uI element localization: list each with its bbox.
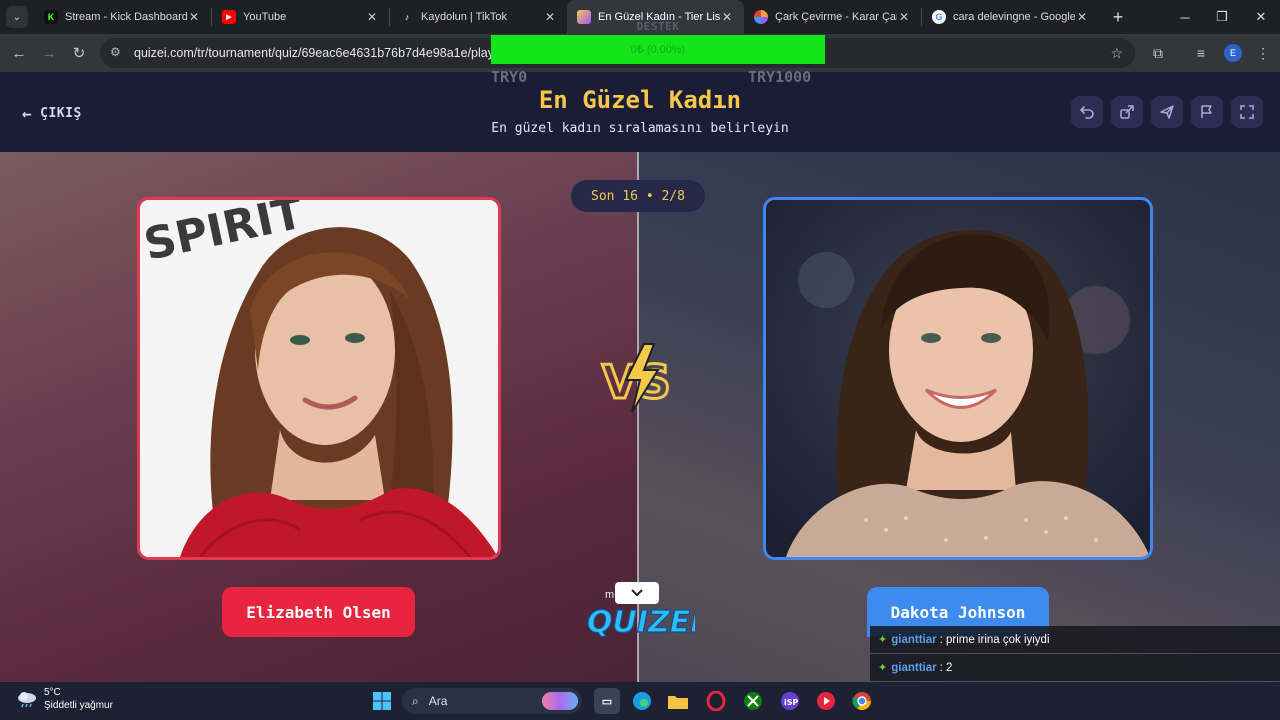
media-controls-icon[interactable]: ≡ (1186, 38, 1216, 68)
bookmark-star-icon[interactable]: ☆ (1110, 45, 1123, 62)
flag-icon[interactable] (1191, 96, 1223, 128)
send-icon[interactable] (1151, 96, 1183, 128)
left-photo-illustration: SPIRIT (140, 200, 498, 557)
arrow-left-icon: ← (22, 104, 33, 123)
site-info-icon[interactable]: ⚙ (110, 45, 126, 61)
right-photo-illustration (766, 200, 1150, 557)
extensions-icon[interactable]: ⧉ (1143, 38, 1173, 68)
tab-youtube[interactable]: ▶ YouTube ✕ (212, 0, 389, 34)
exit-button[interactable]: ← ÇIKIŞ (22, 104, 82, 123)
exit-label: ÇIKIŞ (40, 106, 82, 121)
opera-icon[interactable] (703, 688, 729, 714)
tiktok-icon: ♪ (404, 12, 410, 22)
tab-title: YouTube (243, 11, 287, 23)
quiz-title: En Güzel Kadın (538, 86, 742, 114)
tab-title: Stream - Kick Dashboard (65, 11, 187, 23)
donation-goal-max: TRY1000 (748, 68, 812, 86)
media-player-icon[interactable] (813, 688, 839, 714)
quiz-subtitle: En güzel kadın sıralamasını belirleyin (491, 121, 789, 136)
donation-goal-min: TRY0 (491, 68, 528, 86)
chat-username: gianttiar (891, 661, 937, 674)
sparkle-icon: ✦ (878, 634, 888, 646)
kick-icon: K (44, 10, 58, 24)
tab-title: cara delevingne - Google'd (953, 11, 1075, 23)
task-view-icon[interactable]: ▭ (594, 688, 620, 714)
rain-cloud-icon (16, 690, 38, 708)
vs-lightning-icon: VS (601, 343, 672, 413)
chat-username: gianttiar (891, 633, 937, 646)
share-icon[interactable] (1111, 96, 1143, 128)
close-icon[interactable]: ✕ (897, 10, 911, 24)
forward-icon[interactable]: → (34, 38, 64, 68)
donation-goal-bar: 0₺ (0.00%) (491, 35, 825, 64)
close-icon[interactable]: ✕ (1075, 10, 1089, 24)
profile-initial: E (1224, 44, 1242, 62)
search-highlight-icon (542, 692, 578, 710)
menu-icon[interactable]: ⋮ (1248, 38, 1278, 68)
chat-message: ✦ gianttiar : prime irina çok iyiydi (870, 626, 1280, 653)
chrome-icon[interactable] (849, 688, 875, 714)
new-tab-button[interactable]: + (1105, 4, 1131, 30)
tab-search-button[interactable]: ⌄ (6, 6, 28, 28)
isp-app-icon[interactable]: iSP (777, 688, 803, 714)
chat-text: 2 (945, 661, 953, 674)
weather-temperature: 5°C (44, 687, 61, 698)
donation-goal-text: 0₺ (0.00%) (630, 44, 686, 56)
chevron-down-icon[interactable] (615, 582, 659, 604)
left-contestant-name-button[interactable]: Elizabeth Olsen (222, 587, 415, 637)
logo-text: QUIZEI (587, 605, 695, 640)
sparkle-icon: ✦ (878, 662, 888, 674)
restore-icon[interactable]: ❐ (1203, 0, 1241, 34)
close-icon[interactable]: ✕ (187, 10, 201, 24)
left-contestant-photo[interactable]: SPIRIT (137, 197, 501, 560)
fullscreen-icon[interactable] (1231, 96, 1263, 128)
minimize-icon[interactable]: ─ (1166, 0, 1204, 34)
weather-condition: Şiddetli yağmur (44, 700, 113, 711)
right-contestant-photo[interactable] (763, 197, 1153, 560)
weather-widget[interactable]: 5°C Şiddetli yağmur (16, 686, 113, 712)
tab-google[interactable]: G cara delevingne - Google'd ✕ (922, 0, 1099, 34)
file-explorer-icon[interactable] (665, 688, 691, 714)
profile-avatar[interactable]: E (1218, 38, 1248, 68)
close-icon[interactable]: ✕ (365, 10, 379, 24)
svg-text:iSP: iSP (784, 698, 799, 707)
search-icon: ⌕ (412, 693, 419, 708)
xbox-icon[interactable] (740, 688, 766, 714)
undo-icon[interactable] (1071, 96, 1103, 128)
edge-icon[interactable] (629, 688, 655, 714)
youtube-icon: ▶ (222, 10, 236, 24)
tab-kick[interactable]: K Stream - Kick Dashboard ✕ (34, 0, 211, 34)
chat-message: ✦ gianttiar : 2 (870, 654, 1280, 681)
chat-text: prime irina çok iyiydi (945, 633, 1050, 646)
close-window-icon[interactable]: ✕ (1242, 0, 1280, 34)
search-placeholder: Ara (428, 694, 448, 708)
taskbar-search[interactable]: ⌕ Ara (402, 688, 582, 714)
url-text: quizei.com/tr/tournament/quiz/69eac6e463… (134, 46, 494, 60)
google-icon: G (932, 10, 946, 24)
round-indicator: Son 16 • 2/8 (571, 180, 705, 212)
donation-goal-title: DESTEK (636, 20, 680, 33)
windows-start-icon[interactable] (369, 688, 395, 714)
back-icon[interactable]: ← (4, 38, 34, 68)
reload-icon[interactable]: ↻ (64, 38, 94, 68)
